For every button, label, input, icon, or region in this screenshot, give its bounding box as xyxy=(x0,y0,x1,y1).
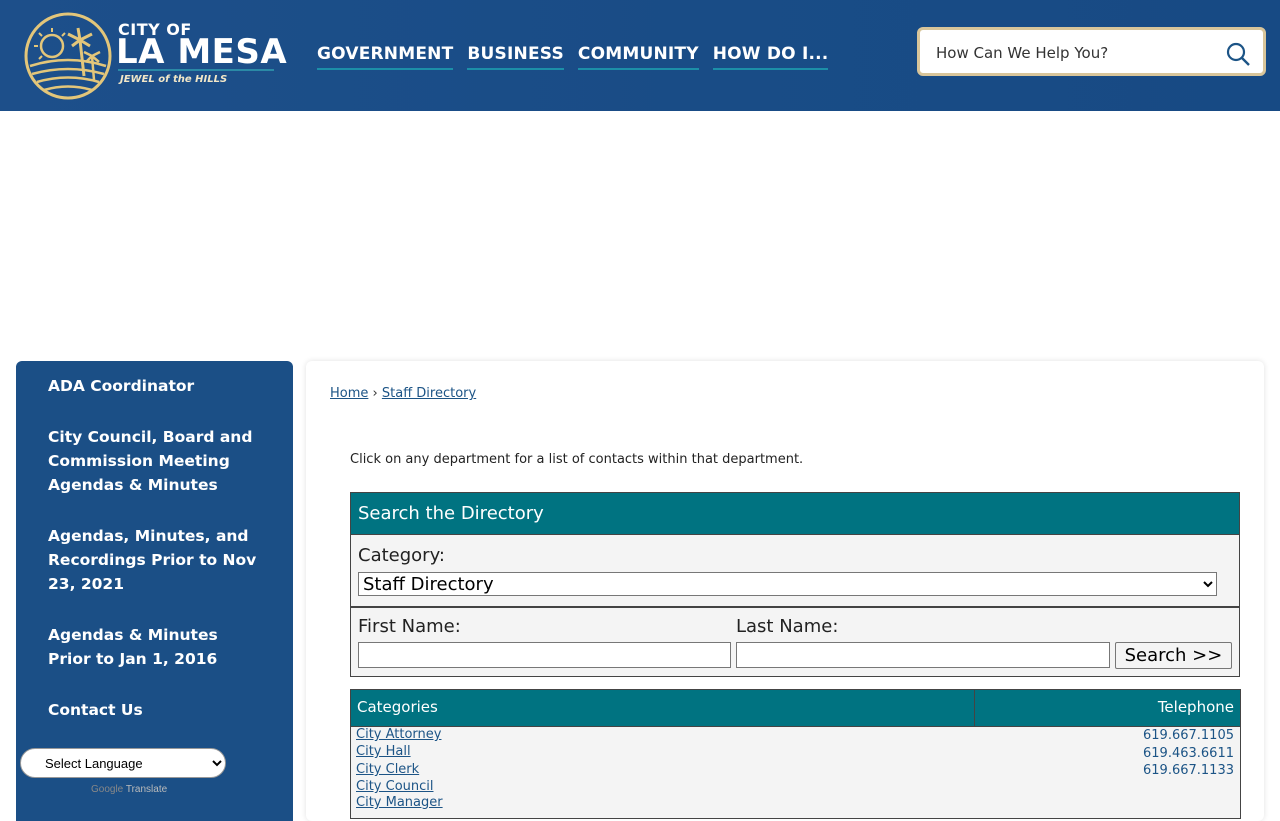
sidebar-item-ada-coordinator[interactable]: ADA Coordinator xyxy=(48,374,258,398)
nav-community[interactable]: COMMUNITY xyxy=(577,44,699,70)
last-name-label: Last Name: xyxy=(736,616,839,637)
last-name-input[interactable] xyxy=(736,642,1110,668)
sidebar-item-council-agendas[interactable]: City Council, Board and Commission Meeti… xyxy=(48,425,258,497)
first-name-label: First Name: xyxy=(358,616,461,637)
breadcrumb-home[interactable]: Home xyxy=(330,386,368,401)
department-link[interactable]: City Council xyxy=(356,779,434,794)
nav-government[interactable]: GOVERNMENT xyxy=(317,44,454,70)
department-link[interactable]: City Attorney xyxy=(356,727,441,742)
department-link[interactable]: City Clerk xyxy=(356,762,419,777)
logo-tagline: JEWEL of the HILLS xyxy=(120,74,228,85)
sidebar-item-contact-us[interactable]: Contact Us xyxy=(48,698,258,722)
department-link[interactable]: City Hall xyxy=(356,744,411,759)
column-header-telephone: Telephone xyxy=(1157,698,1234,716)
sidebar-item-agendas-prior-2021[interactable]: Agendas, Minutes, and Recordings Prior t… xyxy=(48,524,258,596)
main-nav: GOVERNMENT BUSINESS COMMUNITY HOW DO I..… xyxy=(317,44,829,70)
divider xyxy=(351,606,1239,608)
nav-how-do-i[interactable]: HOW DO I... xyxy=(712,44,829,70)
google-translate-credit[interactable]: Google Translate xyxy=(91,784,167,795)
site-header: CITY OF LA MESA JEWEL of the HILLS GOVER… xyxy=(0,0,1280,111)
department-telephone: 619.463.6611 xyxy=(1143,746,1234,761)
breadcrumb: Home › Staff Directory xyxy=(330,386,476,401)
table-row: City Council xyxy=(356,779,434,794)
breadcrumb-separator: › xyxy=(372,386,378,401)
table-row: City Clerk xyxy=(356,762,419,777)
table-row: City Attorney xyxy=(356,727,441,742)
search-icon[interactable] xyxy=(1225,41,1251,67)
site-search-input[interactable] xyxy=(934,39,1218,67)
category-select[interactable]: Staff Directory xyxy=(358,572,1217,596)
site-search xyxy=(917,27,1266,76)
directory-search-box: Search the Directory Category: Staff Dir… xyxy=(350,492,1240,677)
department-link[interactable]: City Manager xyxy=(356,795,443,810)
column-header-categories: Categories xyxy=(357,698,438,716)
table-row: City Manager xyxy=(356,795,443,810)
column-divider xyxy=(974,690,975,726)
logo-la-mesa: LA MESA xyxy=(116,32,288,72)
nav-business[interactable]: BUSINESS xyxy=(467,44,564,70)
translate-label: Translate xyxy=(125,784,168,795)
sun-palm-emblem-icon xyxy=(24,12,112,100)
directory-search-button[interactable]: Search >> xyxy=(1115,642,1232,669)
directory-search-title: Search the Directory xyxy=(351,493,1239,535)
category-label: Category: xyxy=(358,545,445,566)
table-row: City Hall xyxy=(356,744,411,759)
department-telephone: 619.667.1105 xyxy=(1143,728,1234,743)
department-telephone: 619.667.1133 xyxy=(1143,763,1234,778)
breadcrumb-staff-directory[interactable]: Staff Directory xyxy=(382,386,476,401)
logo-underline xyxy=(118,69,274,71)
table-header: Categories Telephone xyxy=(351,690,1240,727)
sidebar-item-agendas-prior-2016[interactable]: Agendas & Minutes Prior to Jan 1, 2016 xyxy=(48,623,258,671)
google-label: Google xyxy=(91,784,124,795)
intro-text: Click on any department for a list of co… xyxy=(350,452,804,467)
language-select[interactable]: Select Language xyxy=(20,748,226,778)
first-name-input[interactable] xyxy=(358,642,731,668)
